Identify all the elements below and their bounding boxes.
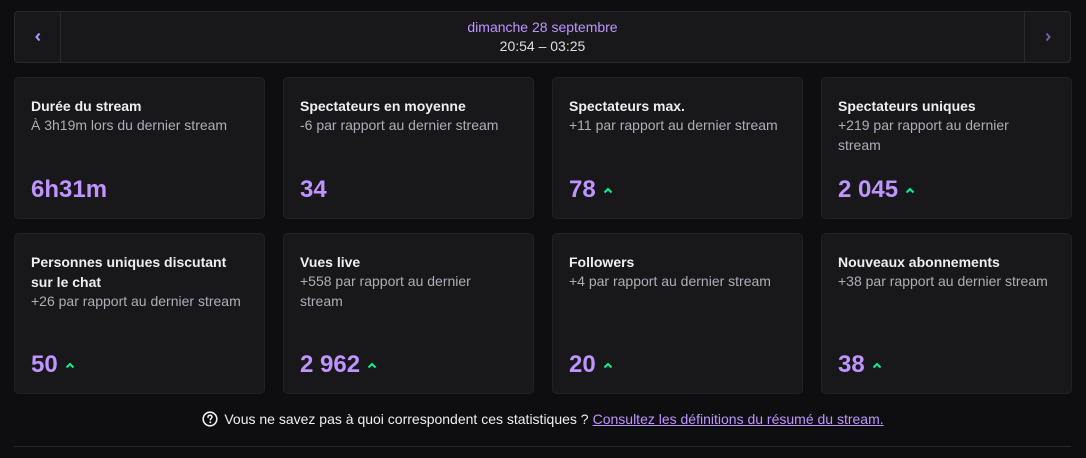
stat-value-row: 20 bbox=[569, 351, 613, 379]
stat-comparison: +4 par rapport au dernier stream bbox=[569, 273, 771, 289]
stat-comparison: À 3h19m lors du dernier stream bbox=[31, 117, 228, 133]
next-stream-button[interactable] bbox=[1024, 12, 1070, 62]
trend-up-icon bbox=[603, 362, 613, 369]
stats-grid: Durée du stream À 3h19m lors du dernier … bbox=[14, 77, 1086, 394]
stat-title: Followers bbox=[569, 254, 635, 270]
stat-card-stream-duration: Durée du stream À 3h19m lors du dernier … bbox=[14, 77, 265, 219]
help-question-text: Vous ne savez pas à quoi correspondent c… bbox=[224, 411, 589, 427]
stat-card-unique-viewers: Spectateurs uniques +219 par rapport au … bbox=[821, 77, 1072, 219]
previous-stream-button[interactable] bbox=[15, 12, 61, 62]
stream-date-range: dimanche 28 septembre 20:54 – 03:25 bbox=[61, 12, 1024, 62]
stat-title: Spectateurs uniques bbox=[838, 98, 976, 114]
chevron-left-icon bbox=[34, 32, 40, 42]
stat-card-max-viewers: Spectateurs max. +11 par rapport au dern… bbox=[552, 77, 803, 219]
stat-card-new-subscriptions: Nouveaux abonnements +38 par rapport au … bbox=[821, 233, 1072, 394]
stat-value-row: 2 045 bbox=[838, 176, 915, 204]
stat-card-followers: Followers +4 par rapport au dernier stre… bbox=[552, 233, 803, 394]
trend-up-icon bbox=[872, 362, 882, 369]
stat-value: 2 045 bbox=[838, 176, 899, 203]
stat-value: 50 bbox=[31, 351, 58, 378]
stat-title: Personnes uniques discutant sur le chat bbox=[31, 254, 227, 290]
date-navigator: dimanche 28 septembre 20:54 – 03:25 bbox=[14, 11, 1071, 63]
stat-card-live-views: Vues live +558 par rapport au dernier st… bbox=[283, 233, 534, 394]
stats-help-note: Vous ne savez pas à quoi correspondent c… bbox=[0, 411, 1086, 427]
stat-title: Spectateurs max. bbox=[569, 98, 685, 114]
stat-title: Durée du stream bbox=[31, 98, 142, 114]
stat-comparison: +219 par rapport au dernier stream bbox=[838, 117, 1009, 153]
stat-comparison: +38 par rapport au dernier stream bbox=[838, 273, 1048, 289]
stat-value-row: 2 962 bbox=[300, 351, 377, 379]
stat-value: 38 bbox=[838, 351, 865, 378]
question-circle-icon bbox=[202, 411, 218, 427]
stat-comparison: +11 par rapport au dernier stream bbox=[569, 117, 778, 133]
trend-up-icon bbox=[905, 187, 915, 194]
stat-value-row: 6h31m bbox=[31, 176, 107, 204]
stat-value: 20 bbox=[569, 351, 596, 378]
stat-comparison: +558 par rapport au dernier stream bbox=[300, 273, 471, 309]
stat-card-unique-chatters: Personnes uniques discutant sur le chat … bbox=[14, 233, 265, 394]
divider bbox=[14, 446, 1071, 447]
stat-comparison: -6 par rapport au dernier stream bbox=[300, 117, 499, 133]
stat-value: 78 bbox=[569, 176, 596, 203]
stream-time-range: 20:54 – 03:25 bbox=[499, 38, 586, 54]
stat-value-row: 38 bbox=[838, 351, 882, 379]
stat-value-row: 50 bbox=[31, 351, 75, 379]
stream-date: dimanche 28 septembre bbox=[467, 19, 618, 35]
stat-title: Vues live bbox=[300, 254, 361, 270]
stat-title: Nouveaux abonnements bbox=[838, 254, 1000, 270]
stat-value: 6h31m bbox=[31, 176, 108, 203]
stat-title: Spectateurs en moyenne bbox=[300, 98, 466, 114]
stat-value: 2 962 bbox=[300, 351, 361, 378]
trend-up-icon bbox=[367, 362, 377, 369]
stat-value-row: 78 bbox=[569, 176, 613, 204]
trend-up-icon bbox=[65, 362, 75, 369]
stat-comparison: +26 par rapport au dernier stream bbox=[31, 293, 241, 309]
stat-value-row: 34 bbox=[300, 176, 327, 204]
stream-summary-definitions-link[interactable]: Consultez les définitions du résumé du s… bbox=[593, 411, 884, 427]
chevron-right-icon bbox=[1045, 32, 1051, 42]
stat-value: 34 bbox=[300, 176, 327, 203]
stat-card-average-viewers: Spectateurs en moyenne -6 par rapport au… bbox=[283, 77, 534, 219]
trend-up-icon bbox=[603, 187, 613, 194]
